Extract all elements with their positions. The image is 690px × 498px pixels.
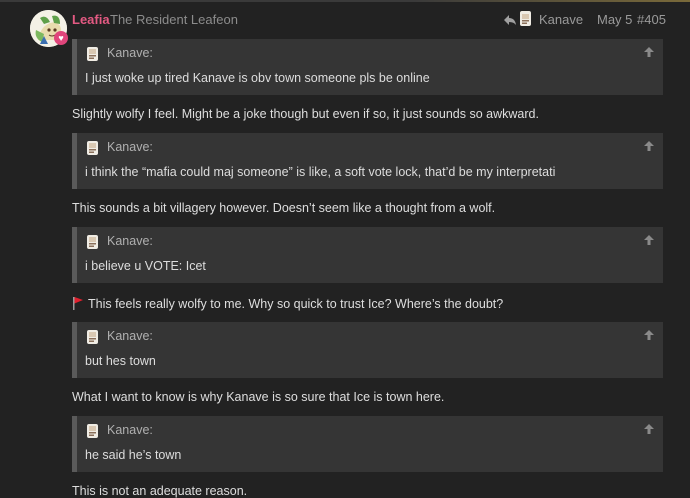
user-title: The Resident Leafeon	[110, 12, 238, 27]
arrow-up-icon[interactable]	[643, 139, 655, 153]
post-date[interactable]: May 5	[597, 12, 632, 27]
reply-text: This feels really wolfy to me. Why so qu…	[88, 297, 504, 311]
quote-text: I just woke up tired Kanave is obv town …	[85, 71, 430, 85]
reply-paragraph: What I want to know is why Kanave is so …	[72, 390, 445, 404]
quote-author: Kanave:	[107, 234, 153, 248]
quote-block: Kanave: but hes town	[72, 322, 663, 378]
red-flag-icon	[73, 297, 83, 310]
quote-text: i think the “mafia could maj someone” is…	[85, 165, 556, 179]
arrow-up-icon[interactable]	[643, 328, 655, 342]
reply-paragraph: Slightly wolfy I feel. Might be a joke t…	[72, 107, 539, 121]
quote-author-avatar	[87, 47, 98, 61]
quote-author: Kanave:	[107, 423, 153, 437]
quote-text: but hes town	[85, 354, 156, 368]
quote-text: i believe u VOTE: Icet	[85, 259, 206, 273]
post-username[interactable]: Leafia	[72, 12, 110, 27]
reply-paragraph-flagged: This feels really wolfy to me. Why so qu…	[72, 296, 503, 311]
reply-paragraph: This sounds a bit villagery however. Doe…	[72, 201, 496, 215]
quote-author: Kanave:	[107, 46, 153, 60]
quote-author-avatar	[87, 330, 98, 344]
reply-paragraph: This is not an adequate reason.	[72, 484, 248, 498]
post-container: ♥ Leafia The Resident Leafeon Kanave May…	[0, 2, 690, 498]
quote-block: Kanave: i think the “mafia could maj som…	[72, 133, 663, 189]
quote-author: Kanave:	[107, 329, 153, 343]
quote-author: Kanave:	[107, 140, 153, 154]
quote-block: Kanave: I just woke up tired Kanave is o…	[72, 39, 663, 95]
arrow-up-icon[interactable]	[643, 233, 655, 247]
reply-to-avatar[interactable]	[518, 10, 534, 28]
quote-author-avatar	[87, 141, 98, 155]
quote-author-avatar	[87, 424, 98, 438]
heart-badge-icon: ♥	[54, 31, 68, 45]
post-number[interactable]: #405	[637, 12, 666, 27]
quote-block: Kanave: he said he’s town	[72, 416, 663, 472]
reply-arrow-icon[interactable]	[503, 13, 517, 27]
quote-author-avatar	[87, 235, 98, 249]
reply-to-username[interactable]: Kanave	[539, 12, 583, 27]
arrow-up-icon[interactable]	[643, 422, 655, 436]
quote-block: Kanave: i believe u VOTE: Icet	[72, 227, 663, 283]
quote-text: he said he’s town	[85, 448, 182, 462]
arrow-up-icon[interactable]	[643, 45, 655, 59]
